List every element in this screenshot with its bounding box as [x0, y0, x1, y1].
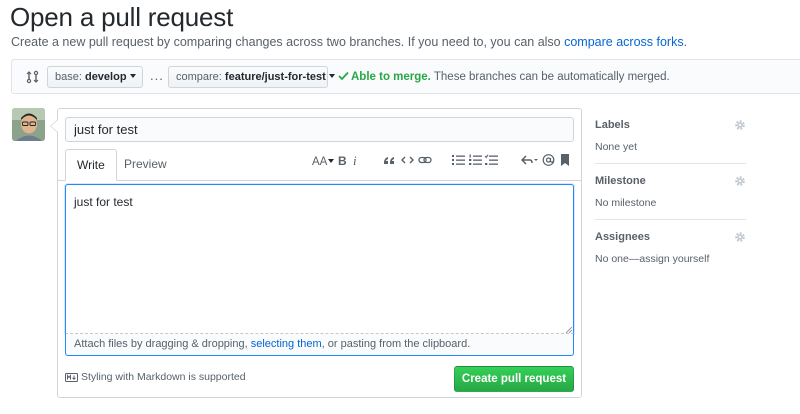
reply-icon[interactable] — [521, 153, 539, 169]
markdown-icon — [65, 372, 78, 382]
pull-request-form: Write Preview AA B i just for test Attac… — [50, 108, 582, 398]
compare-across-forks-link[interactable]: compare across forks — [564, 35, 683, 49]
attach-prefix: Attach files by dragging & dropping, — [74, 338, 251, 350]
milestone-value: No milestone — [595, 197, 657, 209]
pr-body-textarea[interactable]: just for test — [65, 184, 574, 334]
page-title: Open a pull request — [10, 2, 234, 32]
merge-detail-text: These branches can be automatically merg… — [430, 71, 670, 83]
italic-icon[interactable]: i — [353, 153, 357, 169]
gear-icon[interactable] — [734, 231, 746, 243]
subtitle-text: Create a new pull request by comparing c… — [11, 35, 565, 49]
quote-icon[interactable] — [383, 153, 395, 169]
compare-prefix: compare: — [176, 71, 225, 83]
compare-branch-select[interactable]: compare: feature/just-for-test — [168, 66, 335, 88]
compare-dots: ... — [150, 68, 164, 83]
sidebar-milestone: Milestone No milestone — [595, 175, 746, 209]
ordered-list-icon[interactable] — [469, 153, 482, 169]
pr-title-input[interactable] — [65, 117, 574, 142]
caret-down-icon — [328, 74, 335, 79]
task-list-icon[interactable] — [485, 153, 498, 169]
header-text-icon[interactable]: AA — [312, 153, 335, 169]
check-icon — [338, 71, 349, 81]
tabs-divider — [58, 180, 581, 181]
create-pull-request-button[interactable]: Create pull request — [454, 366, 574, 392]
sidebar-assignees: Assignees No one—assign yourself — [595, 231, 746, 265]
avatar[interactable] — [12, 108, 45, 141]
tab-write[interactable]: Write — [65, 149, 117, 181]
unordered-list-icon[interactable] — [452, 153, 465, 169]
bold-icon[interactable]: B — [338, 153, 347, 169]
attach-files-bar[interactable]: Attach files by dragging & dropping, sel… — [65, 334, 574, 356]
base-branch-name: develop — [84, 71, 127, 83]
mention-icon[interactable] — [542, 153, 555, 169]
base-branch-select[interactable]: base: develop — [47, 66, 143, 88]
subtitle-end: . — [683, 35, 688, 49]
code-icon[interactable] — [401, 153, 414, 169]
header-label: AA — [312, 156, 328, 168]
merge-status: Able to merge. These branches can be aut… — [338, 71, 670, 83]
milestone-heading[interactable]: Milestone — [595, 175, 746, 187]
labels-heading[interactable]: Labels — [595, 119, 746, 131]
assignees-value[interactable]: No one—assign yourself — [595, 253, 746, 265]
labels-value: None yet — [595, 141, 638, 153]
sidebar-divider — [595, 163, 746, 164]
base-prefix: base: — [55, 71, 85, 83]
sidebar-labels: Labels None yet — [595, 119, 746, 153]
branch-compare-bar: base: develop ... compare: feature/just-… — [11, 59, 800, 94]
tab-preview[interactable]: Preview — [113, 149, 178, 181]
gear-icon[interactable] — [734, 175, 746, 187]
gear-icon[interactable] — [734, 119, 746, 131]
bookmark-icon[interactable] — [560, 153, 570, 169]
select-files-link[interactable]: selecting them — [251, 338, 322, 350]
assignees-heading[interactable]: Assignees — [595, 231, 746, 243]
markdown-note[interactable]: Styling with Markdown is supported — [65, 371, 246, 383]
compare-branch-name: feature/just-for-test — [224, 71, 326, 83]
markdown-note-text: Styling with Markdown is supported — [81, 371, 246, 383]
sidebar-divider — [595, 219, 746, 220]
resize-grip-icon[interactable] — [566, 327, 572, 333]
link-icon[interactable] — [418, 153, 432, 169]
caret-down-icon — [328, 158, 335, 163]
caret-down-icon — [129, 74, 136, 79]
attach-suffix: , or pasting from the clipboard. — [321, 338, 471, 350]
git-compare-icon — [26, 70, 40, 84]
page-subtitle: Create a new pull request by comparing c… — [11, 35, 687, 49]
merge-ok-text: Able to merge. — [351, 71, 431, 83]
